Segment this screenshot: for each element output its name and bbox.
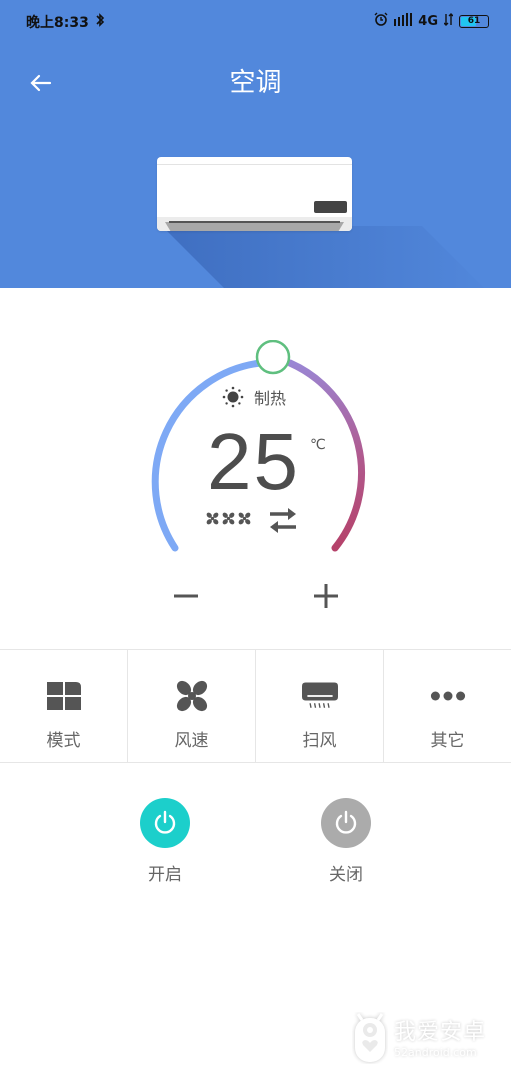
ac-illustration-shadow [162,226,502,288]
header: 晚上8:33 4G 61 空调 [0,0,511,288]
watermark-subtitle: 52android.com [394,1046,477,1059]
mode-grid-icon [46,682,81,710]
function-label: 模式 [46,731,81,751]
network-type: 4G [418,13,438,29]
power-off-label: 关闭 [329,865,363,885]
decrease-temperature-button[interactable] [170,580,202,612]
plus-icon [314,584,338,608]
temperature-value: 25 [207,417,300,506]
more-icon [430,691,465,701]
sun-icon [222,386,244,408]
ac-swing-icon [301,682,338,708]
fan-icon [176,680,207,712]
signal-icon [394,12,413,30]
ac-unit-illustration [157,157,352,231]
watermark: 我爱安卓 52android.com [352,1010,502,1070]
mode-label: 制热 [254,389,287,408]
function-other-button[interactable]: 其它 [384,650,511,762]
power-on-label: 开启 [148,865,182,885]
function-fan-speed-button[interactable]: 风速 [128,650,256,762]
battery-level: 61 [467,15,481,26]
fan-speed-icon [206,512,219,525]
fan-speed-icon [222,512,235,525]
page-title: 空调 [229,68,282,98]
function-grid: 模式 风速 扫风 其它 [0,649,511,763]
temperature-unit: ℃ [310,437,326,453]
watermark-title: 我爱安卓 [394,1020,487,1045]
robot-logo-icon [355,1013,385,1062]
power-on-button[interactable]: 开启 [125,798,205,898]
minus-icon [174,594,198,598]
power-icon [154,810,176,834]
power-off-button[interactable]: 关闭 [306,798,386,898]
function-label: 扫风 [302,731,337,751]
power-icon [335,810,357,834]
function-label: 其它 [430,731,465,751]
data-transfer-icon [443,12,454,30]
fan-speed-indicator [205,512,252,525]
mode-indicator: 制热 [222,385,286,409]
function-label: 风速 [174,731,209,751]
alarm-icon [374,12,388,30]
increase-temperature-button[interactable] [310,580,342,612]
status-bar: 晚上8:33 4G 61 [0,0,511,40]
dial-arc-heat [286,359,365,552]
status-time: 晚上8:33 [26,15,89,31]
function-swing-button[interactable]: 扫风 [256,650,384,762]
function-mode-button[interactable]: 模式 [0,650,128,762]
bluetooth-icon [95,13,105,31]
fan-speed-icon [238,512,251,525]
dial-knob [255,340,291,375]
battery-indicator: 61 [459,14,489,28]
swap-arrows-icon [270,508,296,533]
